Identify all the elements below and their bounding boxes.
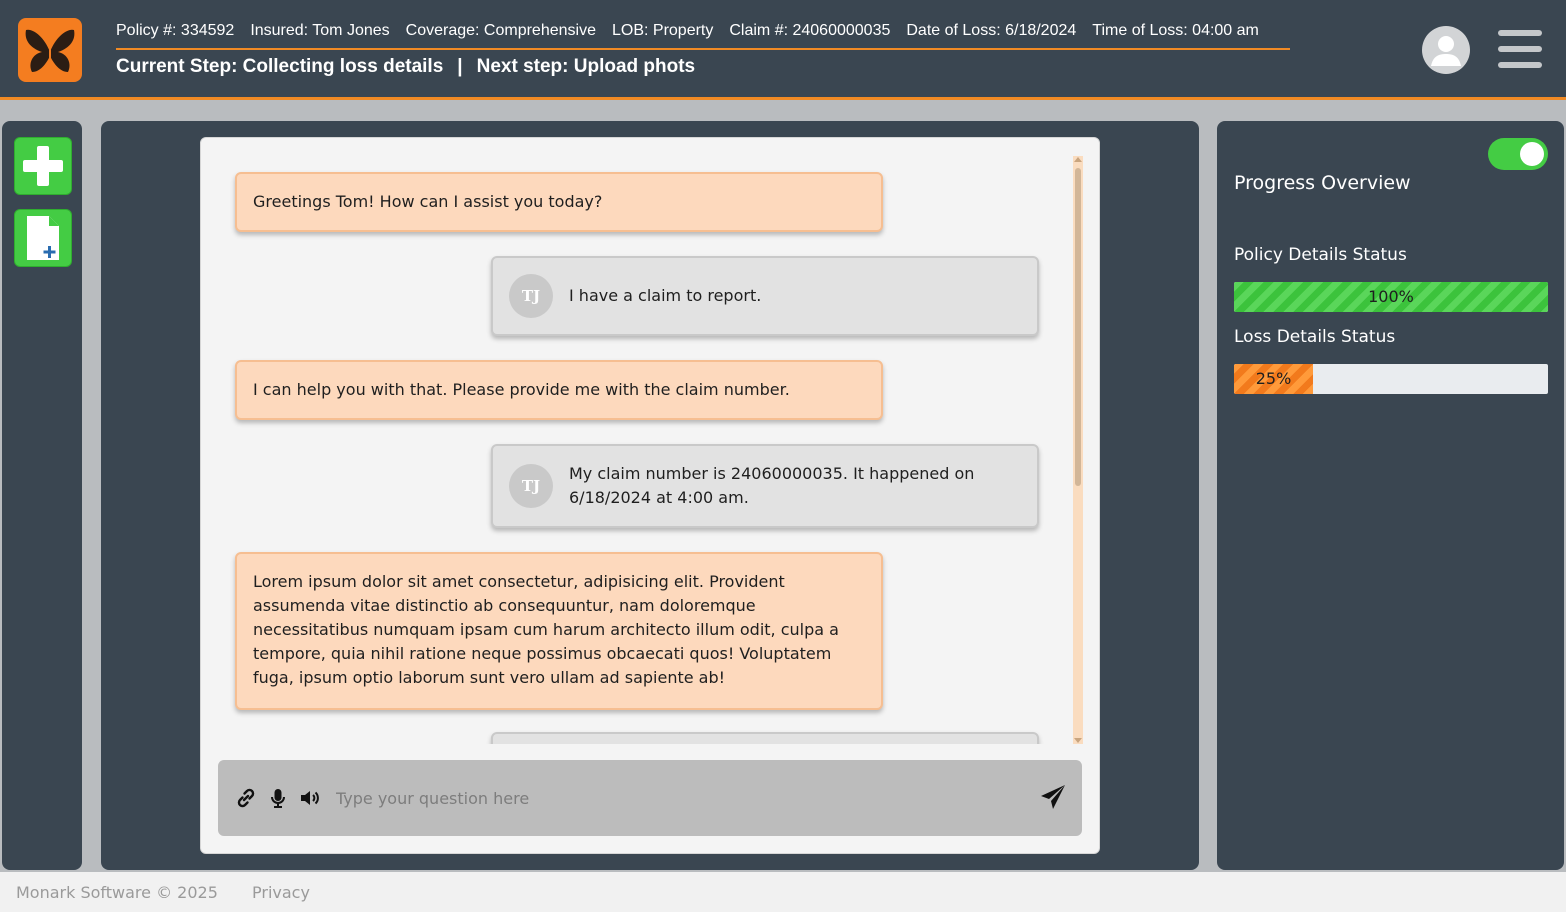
step-separator: | bbox=[457, 56, 463, 77]
scroll-thumb[interactable] bbox=[1075, 168, 1081, 486]
link-icon[interactable] bbox=[234, 786, 258, 810]
scroll-up-arrow[interactable] bbox=[1074, 157, 1082, 162]
privacy-link[interactable]: Privacy bbox=[252, 883, 310, 902]
message-text: I can help you with that. Please provide… bbox=[253, 380, 790, 399]
bot-message: Greetings Tom! How can I assist you toda… bbox=[235, 172, 883, 232]
user-message: TJ I have a claim to report. bbox=[491, 256, 1039, 336]
scroll-down-arrow[interactable] bbox=[1074, 738, 1082, 743]
message-text: My claim number is 24060000035. It happe… bbox=[569, 464, 975, 507]
plus-icon bbox=[23, 146, 63, 186]
chat-window: Greetings Tom! How can I assist you toda… bbox=[200, 137, 1100, 854]
progress-toggle[interactable] bbox=[1488, 138, 1548, 170]
hamburger-menu-icon[interactable] bbox=[1498, 30, 1544, 70]
policy-info-bar: Policy #: 334592 Insured: Tom Jones Covera… bbox=[116, 22, 1290, 50]
workflow-steps: Current Step: Collecting loss details | Ne… bbox=[116, 56, 695, 78]
next-step: Next step: Upload phots bbox=[476, 56, 696, 77]
new-chat-button[interactable] bbox=[14, 137, 72, 195]
message-text: Lorem ipsum dolor sit amet consectetur, … bbox=[253, 572, 839, 687]
message-list[interactable]: Greetings Tom! How can I assist you toda… bbox=[201, 138, 1069, 744]
loss-details-label: Loss Details Status bbox=[1234, 327, 1396, 347]
question-input[interactable] bbox=[336, 784, 1016, 812]
loss-progress-value: 25% bbox=[1255, 369, 1292, 388]
bot-message: I can help you with that. Please provide… bbox=[235, 360, 883, 420]
butterfly-logo-icon[interactable] bbox=[18, 18, 82, 82]
policy-progress-value: 100% bbox=[1368, 287, 1414, 306]
message-text: Greetings Tom! How can I assist you toda… bbox=[253, 192, 603, 211]
new-document-button[interactable] bbox=[14, 209, 72, 267]
user-initials-avatar: TJ bbox=[509, 274, 553, 318]
send-icon[interactable] bbox=[1038, 782, 1068, 812]
microphone-icon[interactable] bbox=[266, 786, 290, 810]
current-step: Current Step: Collecting loss details bbox=[116, 56, 444, 77]
chat-input-bar bbox=[218, 760, 1082, 836]
toggle-knob bbox=[1520, 142, 1544, 166]
left-toolbar bbox=[2, 121, 82, 870]
new-document-icon bbox=[27, 216, 59, 260]
user-avatar-icon[interactable] bbox=[1422, 26, 1470, 74]
date-of-loss: Date of Loss: 6/18/2024 bbox=[906, 22, 1077, 39]
insured-name: Insured: Tom Jones bbox=[250, 22, 390, 39]
page-footer: Monark Software © 2025 Privacy bbox=[0, 872, 1566, 912]
user-message-partial bbox=[491, 732, 1039, 744]
speaker-icon[interactable] bbox=[298, 786, 322, 810]
line-of-business: LOB: Property bbox=[611, 22, 714, 39]
user-message: TJ My claim number is 24060000035. It ha… bbox=[491, 444, 1039, 528]
chat-scrollbar[interactable] bbox=[1073, 156, 1083, 744]
progress-panel: Progress Overview Policy Details Status … bbox=[1217, 121, 1564, 870]
app-header: Policy #: 334592 Insured: Tom Jones Covera… bbox=[0, 0, 1566, 100]
chat-panel: Greetings Tom! How can I assist you toda… bbox=[101, 121, 1199, 870]
policy-details-label: Policy Details Status bbox=[1234, 245, 1407, 265]
user-initials-avatar: TJ bbox=[509, 464, 553, 508]
claim-number: Claim #: 24060000035 bbox=[729, 22, 891, 39]
progress-overview-title: Progress Overview bbox=[1234, 172, 1411, 194]
coverage-type: Coverage: Comprehensive bbox=[405, 22, 596, 39]
time-of-loss: Time of Loss: 04:00 am bbox=[1092, 22, 1259, 39]
copyright-text: Monark Software © 2025 bbox=[16, 883, 218, 902]
policy-number: Policy #: 334592 bbox=[116, 22, 235, 39]
policy-details-progress-bar: 100% bbox=[1234, 282, 1548, 312]
bot-message: Lorem ipsum dolor sit amet consectetur, … bbox=[235, 552, 883, 710]
message-text: I have a claim to report. bbox=[569, 286, 762, 305]
loss-details-progress-bar: 25% bbox=[1234, 364, 1548, 394]
